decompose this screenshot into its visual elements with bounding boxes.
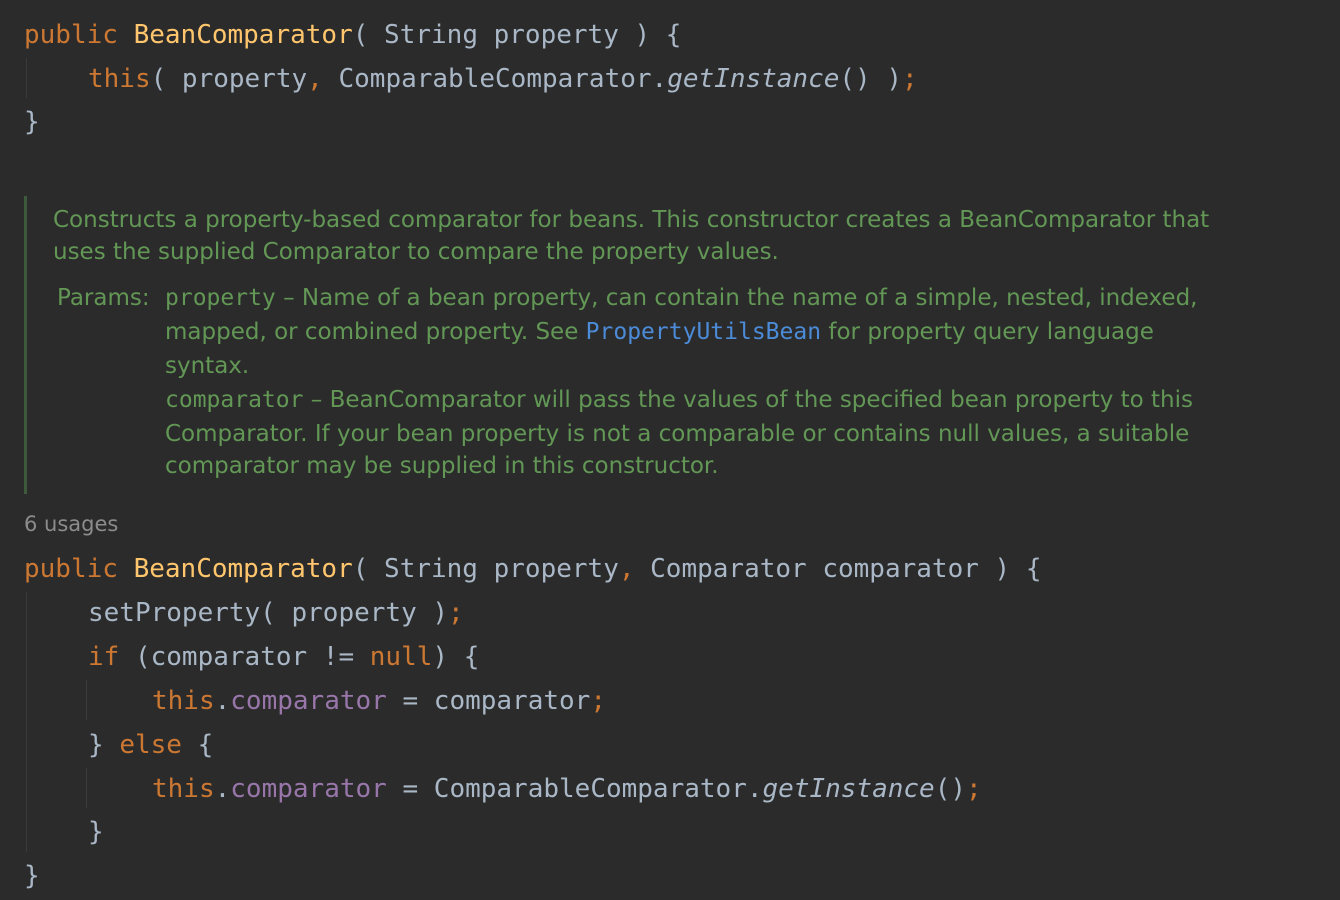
javadoc-param-property: property – Name of a bean property, can … [165, 282, 1197, 314]
javadoc-description-line1: Constructs a property-based comparator f… [53, 207, 1210, 233]
javadoc-param-comparator-line2: Comparator. If your bean property is not… [165, 421, 1190, 447]
param-name: property [165, 285, 276, 311]
constructor-name[interactable]: BeanComparator [134, 554, 353, 584]
javadoc-params-label: Params: [57, 285, 150, 311]
javadoc-param-comparator-line3: comparator may be supplied in this const… [165, 453, 719, 479]
indent-guide [86, 680, 87, 720]
code-token: } [88, 730, 120, 760]
usages-hint[interactable]: 6 usages [24, 512, 118, 536]
code-token: = comparator [386, 686, 591, 716]
code-token: { [181, 730, 214, 760]
code-token: Comparator comparator ) { [634, 554, 1042, 584]
javadoc-block[interactable]: Constructs a property-based comparator f… [24, 196, 1327, 494]
code-token: . [214, 686, 231, 716]
code-token: ( property [150, 64, 308, 94]
code-token: ) { [432, 642, 480, 672]
code-line-6[interactable]: if (comparator != null) { [88, 635, 479, 679]
javadoc-param-property-line2: mapped, or combined property. See Proper… [165, 316, 1154, 348]
javadoc-param-comparator: comparator – BeanComparator will pass th… [165, 384, 1193, 416]
keyword-public: public [24, 20, 118, 50]
javadoc-param-property-line3: syntax. [165, 353, 250, 379]
comma: , [307, 64, 323, 94]
param-name: comparator [165, 387, 304, 413]
keyword-public: public [24, 554, 118, 584]
keyword-else: else [119, 730, 182, 760]
method-call[interactable]: getInstance [667, 64, 839, 94]
field-comparator[interactable]: comparator [230, 774, 387, 804]
code-line-4[interactable]: public BeanComparator( String property, … [24, 547, 1042, 591]
indent-guide [86, 768, 87, 808]
type-string[interactable]: String [384, 20, 478, 50]
code-line-8[interactable]: } else { [88, 723, 213, 767]
keyword-null: null [369, 642, 433, 672]
code-line-1[interactable]: public BeanComparator( String property )… [24, 13, 681, 57]
param-description: – Name of a bean property, can contain t… [275, 285, 1198, 311]
indent-guide [26, 592, 27, 852]
code-token: = ComparableComparator. [386, 774, 763, 804]
code-line-2[interactable]: this( property, ComparableComparator.get… [88, 57, 918, 101]
keyword-if: if [88, 642, 120, 672]
semicolon: ; [590, 686, 606, 716]
javadoc-description-line2: uses the supplied Comparator to compare … [53, 239, 779, 265]
code-token: ( [352, 20, 385, 50]
class-reference[interactable]: ComparableComparator. [323, 64, 667, 94]
code-line-9[interactable]: this.comparator = ComparableComparator.g… [152, 767, 982, 811]
param-description: for property query language [821, 319, 1154, 345]
keyword-this: this [88, 64, 151, 94]
closing-brace: } [24, 107, 40, 137]
code-token: (comparator != [119, 642, 370, 672]
semicolon: ; [966, 774, 982, 804]
method-call[interactable]: setProperty( property ) [88, 598, 448, 628]
code-line-7[interactable]: this.comparator = comparator; [152, 679, 606, 723]
code-token: () [934, 774, 967, 804]
closing-brace: } [88, 817, 104, 847]
method-call[interactable]: getInstance [763, 774, 935, 804]
closing-brace: } [24, 861, 40, 891]
constructor-name[interactable]: BeanComparator [134, 20, 353, 50]
indent-guide [26, 58, 27, 98]
code-line-5[interactable]: setProperty( property ); [88, 591, 464, 635]
keyword-this: this [152, 686, 215, 716]
param-description: mapped, or combined property. See [165, 319, 586, 345]
link-property-utils-bean[interactable]: PropertyUtilsBean [586, 319, 821, 345]
code-token: ( String property [352, 554, 619, 584]
code-line-11[interactable]: } [24, 854, 40, 898]
field-comparator[interactable]: comparator [230, 686, 387, 716]
param-description: – BeanComparator will pass the values of… [303, 387, 1194, 413]
keyword-this: this [152, 774, 215, 804]
code-line-10[interactable]: } [88, 810, 104, 854]
semicolon: ; [448, 598, 464, 628]
code-line-3[interactable]: } [24, 100, 40, 144]
code-token: . [214, 774, 231, 804]
code-token: () ) [839, 64, 903, 94]
semicolon: ; [902, 64, 918, 94]
comma: , [618, 554, 635, 584]
code-token: property ) { [477, 20, 682, 50]
